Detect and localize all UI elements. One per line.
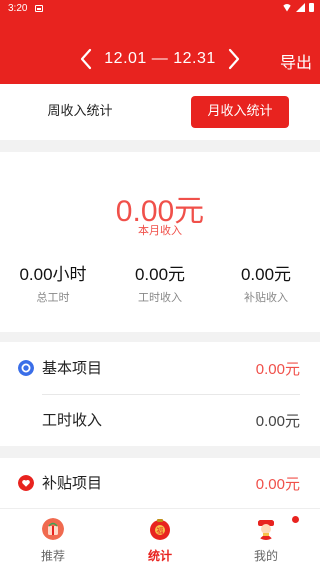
stat-value: 0.00元 [240,265,292,284]
basic-item-row[interactable]: 工时收入 0.00元 [0,394,320,446]
nav-tab-mine[interactable]: 我的 [213,509,319,568]
circle-icon [18,360,34,376]
battery-icon [309,3,314,12]
tab-monthly-income[interactable]: 月收入统计 [191,96,289,128]
stat-label: 总工时 [36,291,70,304]
chevron-left-icon[interactable] [78,47,94,71]
basic-items-section: 基本项目 0.00元 工时收入 0.00元 [0,342,320,446]
status-time: 3:20 [8,3,28,14]
subsidy-items-title: 补贴项目 [42,474,103,492]
signal-icon [296,3,305,12]
gift-icon [42,518,64,540]
nav-tab-statistics[interactable]: 福 统计 [107,509,213,568]
subsidy-items-header[interactable]: 补贴项目 0.00元 [0,458,320,510]
svg-text:福: 福 [157,526,164,535]
nav-tab-recommend[interactable]: 推荐 [0,509,106,568]
wifi-icon [282,3,292,12]
stats-tab-bar: 周收入统计 月收入统计 [0,84,320,140]
status-bar: 3:20 [0,0,320,18]
nav-label: 统计 [147,549,172,563]
subsidy-items-section: 补贴项目 0.00元 [0,458,320,508]
app-header: 3:20 12.01 — 12.31 导出 [0,0,320,84]
god-of-wealth-icon [258,520,274,540]
stat-label: 补贴收入 [244,291,288,304]
income-summary-card: 0.00元 本月收入 0.00小时 总工时 0.00元 工时收入 0.00元 补… [0,152,320,332]
stat-total-hours: 0.00小时 总工时 [0,260,106,305]
date-range: 12.01 — 12.31 [104,50,216,67]
month-income-label: 本月收入 [138,224,182,237]
stat-label: 工时收入 [138,291,182,304]
basic-item-value: 0.00元 [255,413,300,430]
photo-icon [35,5,43,12]
bottom-navigation: 推荐 福 统计 我的 [0,508,320,568]
fortune-icon: 福 [150,519,170,540]
nav-label: 推荐 [40,549,65,563]
subsidy-items-total: 0.00元 [255,476,300,493]
stat-value: 0.00元 [134,265,186,284]
chevron-right-icon[interactable] [226,47,242,71]
stat-subsidy-income: 0.00元 补贴收入 [213,260,319,305]
tab-weekly-income[interactable]: 周收入统计 [30,96,130,128]
notification-badge [292,516,299,523]
export-button[interactable]: 导出 [280,49,312,73]
stat-hour-income: 0.00元 工时收入 [107,260,213,305]
basic-items-total: 0.00元 [255,361,300,378]
basic-items-header[interactable]: 基本项目 0.00元 [0,342,320,394]
basic-item-label: 工时收入 [42,411,103,429]
heart-icon [18,475,34,491]
status-icons [282,3,314,12]
basic-items-title: 基本项目 [42,359,103,377]
stat-value: 0.00小时 [19,265,87,284]
nav-label: 我的 [253,549,278,563]
